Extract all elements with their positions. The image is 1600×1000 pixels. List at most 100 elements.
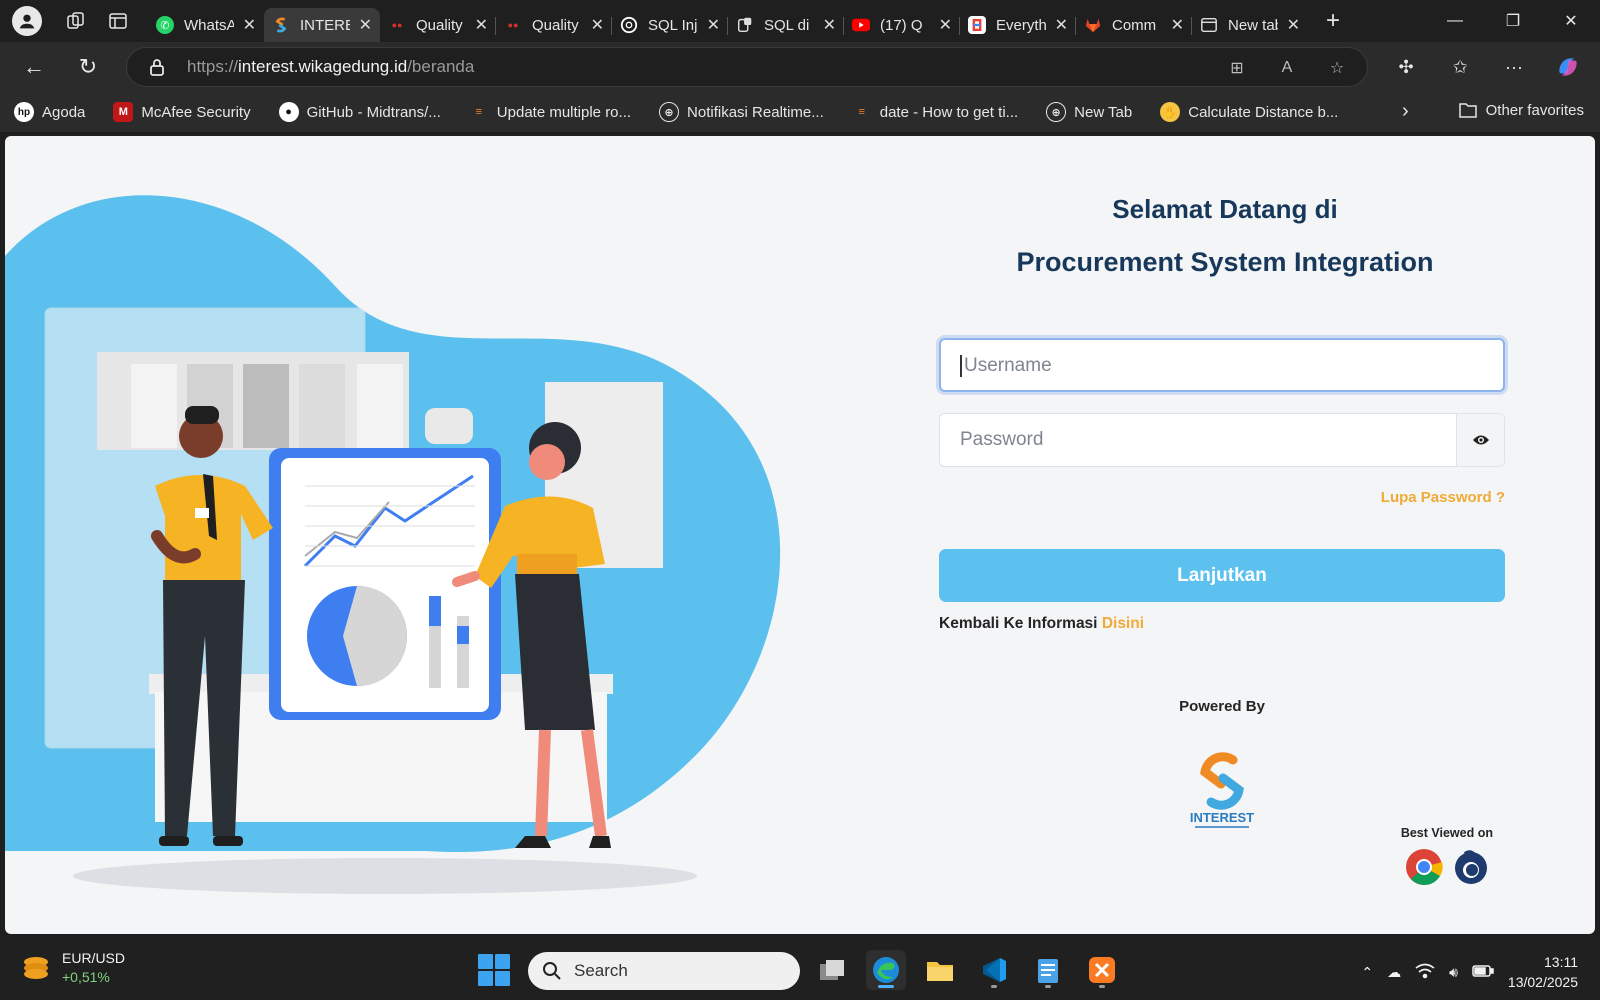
file-explorer-icon[interactable] — [920, 950, 960, 990]
tab-actions-icon[interactable] — [98, 5, 138, 37]
tab-everything[interactable]: Everything ✕ — [959, 8, 1076, 42]
github-icon: ● — [278, 102, 299, 122]
url-text[interactable]: https://interest.wikagedung.id/beranda — [187, 57, 474, 77]
edge-taskbar-icon[interactable] — [866, 950, 906, 990]
workspaces-icon[interactable] — [56, 5, 96, 37]
close-tab-icon[interactable]: ✕ — [359, 15, 372, 35]
tab-title: Quality — [532, 16, 579, 34]
minimize-icon[interactable]: — — [1426, 0, 1484, 42]
tab-title: SQL Injection — [648, 16, 698, 34]
tab-interest[interactable]: INTEREST ✕ — [264, 8, 380, 42]
globe-icon: ⊕ — [659, 102, 680, 122]
more-menu-icon[interactable]: ··· — [1492, 48, 1536, 86]
tab-title: INTEREST — [300, 16, 350, 34]
tab-title: (17) Q — [880, 16, 923, 34]
show-password-eye-icon[interactable] — [1456, 414, 1504, 466]
close-tab-icon[interactable]: ✕ — [591, 15, 604, 35]
battery-icon[interactable] — [1472, 964, 1494, 981]
back-text: Kembali Ke Informasi — [939, 615, 1098, 632]
bookmark-new-tab[interactable]: ⊕ New Tab — [1046, 102, 1132, 122]
quality-app-icon: ●● — [391, 20, 403, 30]
copilot-icon[interactable] — [1546, 48, 1590, 86]
back-arrow-icon[interactable]: ← — [12, 47, 56, 87]
clock-time: 13:11 — [1544, 954, 1578, 970]
chrome-icon — [1406, 849, 1443, 885]
password-input[interactable]: Password — [939, 413, 1505, 467]
close-tab-icon[interactable]: ✕ — [1171, 15, 1184, 35]
close-tab-icon[interactable]: ✕ — [1287, 15, 1300, 35]
window-controls: — ❐ ✕ — [1426, 0, 1600, 42]
volume-icon[interactable]: 🔊︎ — [1449, 964, 1458, 981]
bookmark-notifikasi[interactable]: ⊕ Notifikasi Realtime... — [659, 102, 824, 122]
forgot-password-link[interactable]: Lupa Password ? — [1381, 489, 1505, 506]
task-view-icon[interactable] — [812, 950, 852, 990]
interest-logo-text: INTEREST — [1190, 810, 1254, 825]
mcafee-icon: M — [113, 102, 134, 122]
stackoverflow-icon: ≡ — [858, 106, 865, 118]
chevron-right-icon[interactable]: › — [1402, 100, 1409, 123]
tab-quality-1[interactable]: ●● Quality ✕ — [380, 8, 496, 42]
close-tab-icon[interactable]: ✕ — [475, 15, 488, 35]
read-aloud-icon[interactable]: A — [1275, 56, 1299, 80]
favorites-icon[interactable]: ✩ — [1438, 48, 1482, 86]
restore-icon[interactable]: ❐ — [1484, 0, 1542, 42]
extensions-icon[interactable]: ✣ — [1384, 48, 1428, 86]
disini-link[interactable]: Disini — [1102, 615, 1144, 632]
browser-toolbar: ← ↻ https://interest.wikagedung.id/beran… — [0, 42, 1600, 92]
bookmark-agoda[interactable]: hp Agoda — [14, 102, 85, 122]
system-title: Procurement System Integration — [1016, 247, 1434, 277]
search-icon — [543, 962, 561, 980]
bookmark-label: Agoda — [42, 103, 86, 121]
close-window-icon[interactable]: ✕ — [1542, 0, 1600, 42]
favorite-star-icon[interactable]: ☆ — [1325, 56, 1349, 80]
notepad-icon[interactable] — [1028, 950, 1068, 990]
taskbar-search[interactable]: Search — [528, 952, 800, 990]
password-placeholder: Password — [960, 429, 1044, 450]
wifi-icon[interactable] — [1415, 963, 1435, 982]
windows-start-icon[interactable] — [478, 954, 510, 986]
bookmark-update-multiple[interactable]: ≡ Update multiple ro... — [469, 102, 631, 122]
username-input[interactable]: Username — [939, 338, 1505, 392]
bookmark-mcafee[interactable]: M McAfee Security — [113, 102, 251, 122]
tab-whatsapp[interactable]: ✆ WhatsApp ✕ — [148, 8, 264, 42]
other-favorites[interactable]: Other favorites — [1458, 101, 1584, 119]
youtube-icon — [852, 16, 870, 34]
business-presentation-illustration — [5, 195, 781, 894]
vscode-icon[interactable] — [974, 950, 1014, 990]
tab-sql-di[interactable]: SQL di ✕ — [727, 8, 844, 42]
close-tab-icon[interactable]: ✕ — [707, 15, 720, 35]
bookmarks-bar: hp Agoda M McAfee Security ● GitHub - Mi… — [0, 92, 1600, 132]
tab-sql-injection[interactable]: SQL Injection ✕ — [611, 8, 728, 42]
folder-icon — [1458, 103, 1477, 118]
taskbar-clock[interactable]: 13:11 13/02/2025 — [1508, 952, 1578, 992]
close-tab-icon[interactable]: ✕ — [1055, 15, 1068, 35]
tab-new-tab[interactable]: New tab ✕ — [1191, 8, 1308, 42]
toolbar-right: ✣ ✩ ··· — [1384, 48, 1590, 86]
hp-icon: hp — [14, 102, 34, 122]
ticker-label: EUR/USD — [62, 950, 126, 966]
close-tab-icon[interactable]: ✕ — [823, 15, 836, 35]
url-host: interest.wikagedung.id — [238, 57, 408, 76]
tab-title: SQL di — [764, 16, 810, 34]
refresh-icon[interactable]: ↻ — [66, 47, 110, 87]
ticker-widget[interactable]: EUR/USD +0,51% — [20, 950, 125, 985]
profile-avatar-icon[interactable] — [12, 6, 42, 36]
app-available-icon[interactable]: ⊞ — [1225, 56, 1249, 80]
lanjutkan-button[interactable]: Lanjutkan — [939, 549, 1505, 602]
xampp-icon[interactable] — [1082, 950, 1122, 990]
openai-icon — [620, 16, 638, 34]
address-bar[interactable]: https://interest.wikagedung.id/beranda ⊞… — [126, 47, 1368, 87]
bookmark-github[interactable]: ● GitHub - Midtrans/... — [278, 102, 441, 122]
onedrive-cloud-icon[interactable]: ☁ — [1387, 964, 1401, 981]
chevron-up-icon[interactable]: ⌃ — [1361, 964, 1373, 981]
close-tab-icon[interactable]: ✕ — [939, 15, 952, 35]
bookmark-date-how-to[interactable]: ≡ date - How to get ti... — [852, 102, 1019, 122]
tab-gitlab[interactable]: Comm ✕ — [1075, 8, 1192, 42]
tab-quality-2[interactable]: ●● Quality ✕ — [495, 8, 612, 42]
globe-icon: ⊕ — [1046, 102, 1067, 122]
back-to-info: Kembali Ke Informasi Disini — [939, 615, 1144, 633]
tab-youtube[interactable]: (17) Q ✕ — [843, 8, 960, 42]
bookmark-calculate-distance[interactable]: ✋ Calculate Distance b... — [1160, 102, 1338, 122]
close-tab-icon[interactable]: ✕ — [243, 15, 256, 35]
new-tab-plus-icon[interactable]: + — [1326, 7, 1340, 35]
